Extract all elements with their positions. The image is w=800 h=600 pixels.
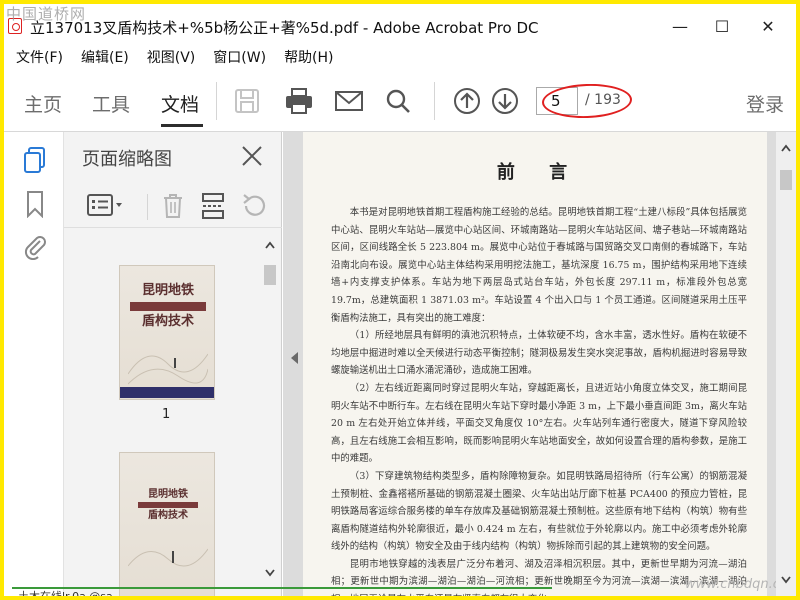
- tab-tools[interactable]: 工具: [92, 90, 130, 117]
- page-heading: 前 言: [496, 162, 582, 183]
- book-cover-illustration: [128, 548, 208, 567]
- page-up-icon[interactable]: [452, 86, 482, 116]
- scroll-down-icon[interactable]: [265, 569, 275, 577]
- paragraph: （1）所经地层具有鲜明的滇池沉积特点，土体软硬不均，含水丰富，透水性好。盾构在软…: [331, 330, 747, 377]
- email-icon[interactable]: [334, 86, 364, 116]
- window-title: 立137013叉盾构技术+%5b杨公正+著%5d.pdf - Adobe Acr…: [30, 19, 539, 37]
- menu-help[interactable]: 帮助(H): [284, 47, 333, 67]
- menu-window[interactable]: 窗口(W): [213, 47, 266, 67]
- scroll-up-icon[interactable]: [265, 241, 275, 249]
- close-window-button[interactable]: ✕: [748, 12, 788, 40]
- page-thumbnails-icon[interactable]: [22, 146, 48, 174]
- insert-page-icon[interactable]: [200, 192, 230, 220]
- print-icon[interactable]: [284, 86, 314, 116]
- scrollbar-thumb[interactable]: [780, 170, 792, 190]
- menu-file[interactable]: 文件(F): [16, 47, 63, 67]
- book-cover-band: [138, 502, 198, 508]
- thumbnail-toolbar: [64, 184, 282, 228]
- close-icon[interactable]: [240, 144, 264, 168]
- page-down-icon[interactable]: [490, 86, 520, 116]
- thumbnail-page-1[interactable]: 昆明地铁 盾构技术: [119, 265, 215, 400]
- login-button[interactable]: 登录: [746, 90, 784, 117]
- thumbnail-page-label: 1: [162, 407, 171, 422]
- document-scrollbar[interactable]: [776, 132, 796, 596]
- document-viewer: 前 言 本书是对昆明地铁首期工程盾构施工经验的总结。昆明地铁首期工程“土建八标段…: [283, 132, 796, 596]
- scroll-up-icon[interactable]: [781, 144, 791, 152]
- page-thumbnails-panel: 页面缩略图 昆明地铁 盾构技术 1 昆明地铁 盾构技术: [64, 132, 282, 596]
- attachment-icon[interactable]: [22, 232, 48, 261]
- options-menu-icon[interactable]: [86, 192, 122, 220]
- menu-bar: 文件(F) 编辑(E) 视图(V) 窗口(W) 帮助(H): [4, 44, 796, 70]
- book-title-page-heading: 昆明地铁: [148, 489, 188, 500]
- book-cover-title: 昆明地铁: [141, 283, 194, 298]
- navigation-rail: [4, 132, 64, 596]
- scroll-down-icon[interactable]: [781, 576, 791, 584]
- toolbar-divider: [434, 82, 435, 120]
- bookmark-icon[interactable]: [22, 190, 48, 219]
- book-cover-footer-bar: [120, 387, 214, 398]
- bottom-watermark-text: 土木在线lr.0a.@sa: [18, 588, 113, 596]
- book-cover-title: 盾构技术: [141, 314, 194, 329]
- minimize-button[interactable]: —: [660, 12, 700, 40]
- scrollbar-thumb[interactable]: [264, 265, 276, 285]
- menu-edit[interactable]: 编辑(E): [81, 47, 129, 67]
- save-icon[interactable]: [232, 86, 262, 116]
- book-cover-illustration: [128, 353, 208, 385]
- acrobat-window: 中国道桥网 立137013叉盾构技术+%5b杨公正+著%5d.pdf - Ado…: [4, 4, 796, 596]
- paragraph: （2）左右线近距离同时穿过昆明火车站，穿越距离长，且进近站小角度立体交叉，施工期…: [331, 382, 747, 465]
- panel-title: 页面缩略图: [82, 149, 172, 170]
- thumbnail-page-2[interactable]: 昆明地铁 盾构技术: [119, 452, 215, 596]
- thumbnail-scrollbar[interactable]: [260, 229, 280, 596]
- toolbar-divider: [216, 82, 217, 120]
- menu-view[interactable]: 视图(V): [147, 47, 196, 67]
- tab-document[interactable]: 文档: [161, 90, 199, 117]
- tab-home[interactable]: 主页: [24, 90, 62, 117]
- delete-page-icon[interactable]: [160, 192, 190, 220]
- thumbnail-list: 昆明地铁 盾构技术 1 昆明地铁 盾构技术: [64, 229, 264, 596]
- toolbar-divider: [147, 194, 148, 220]
- book-title-page-heading: 盾构技术: [148, 510, 188, 521]
- paragraph: 本书是对昆明地铁首期工程盾构施工经验的总结。昆明地铁首期工程“土建八标段”具体包…: [331, 207, 747, 324]
- rotate-icon[interactable]: [240, 192, 270, 220]
- active-tab-indicator: [161, 124, 203, 127]
- maximize-button[interactable]: ☐: [702, 12, 742, 40]
- main-toolbar: 主页 工具 文档 5 / 193 登录: [4, 70, 796, 132]
- book-cover-band: [130, 302, 206, 311]
- search-icon[interactable]: [383, 86, 413, 116]
- collapse-panel-icon[interactable]: [291, 352, 298, 364]
- pdf-page: 前 言 本书是对昆明地铁首期工程盾构施工经验的总结。昆明地铁首期工程“土建八标段…: [303, 132, 767, 596]
- title-bar: 中国道桥网 立137013叉盾构技术+%5b杨公正+著%5d.pdf - Ado…: [4, 4, 796, 44]
- paragraph: （3）下穿建筑物结构类型多，盾构除障物复杂。如昆明铁路局招待所（行车公寓）的钢筋…: [331, 470, 747, 553]
